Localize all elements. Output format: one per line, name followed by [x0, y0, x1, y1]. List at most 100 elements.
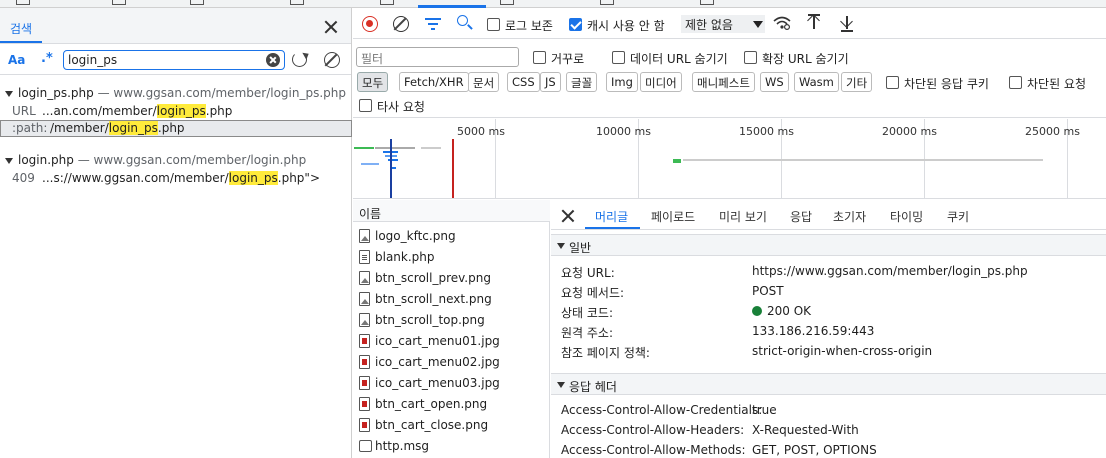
devtools-tab[interactable] [380, 0, 394, 5]
devtools-tab[interactable] [190, 0, 204, 5]
request-row[interactable]: ico_cart_menu02.jpg [353, 352, 550, 373]
type-filter-font[interactable]: 글꼴 [566, 72, 598, 92]
request-row[interactable]: blank.php [353, 247, 550, 268]
devtools-tab[interactable] [700, 0, 714, 5]
request-row[interactable]: btn_scroll_next.png [353, 289, 550, 310]
filter-icon[interactable] [425, 16, 441, 30]
request-details: 머리글 페이로드 미리 보기 응답 초기자 타이밍 쿠키 일반 요청 URL: … [551, 200, 1106, 458]
search-result-line-selected[interactable]: :path: /member/login_ps.php [0, 120, 352, 137]
refresh-icon[interactable] [292, 52, 307, 67]
record-icon[interactable] [362, 16, 378, 32]
search-bar: Aa .* login_ps [0, 45, 351, 75]
expand-triangle-icon[interactable] [5, 158, 13, 164]
match-case-button[interactable]: Aa [8, 53, 25, 67]
request-row[interactable]: ico_cart_menu03.jpg [353, 373, 550, 394]
general-section-header[interactable]: 일반 [551, 234, 1106, 256]
type-filter-other[interactable]: 기타 [841, 72, 873, 92]
type-filter-media[interactable]: 미디어 [640, 72, 682, 92]
type-filter-fetch[interactable]: Fetch/XHR [399, 72, 469, 92]
hide-data-urls-checkbox[interactable] [612, 51, 625, 64]
tab-preview[interactable]: 미리 보기 [719, 208, 767, 225]
type-filter-css[interactable]: CSS [507, 72, 540, 92]
import-har-icon[interactable] [806, 14, 822, 32]
search-result-line[interactable]: 409 ...s://www.ggsan.com/member/login_ps… [0, 171, 352, 189]
inspect-icon[interactable] [16, 0, 30, 5]
request-row[interactable]: logo_kftc.png [353, 226, 550, 247]
request-row[interactable]: btn_cart_open.png [353, 394, 550, 415]
image-file-icon [359, 313, 370, 327]
details-tabbar: 머리글 페이로드 미리 보기 응답 초기자 타이밍 쿠키 [551, 200, 1106, 230]
search-input[interactable]: login_ps [63, 50, 285, 70]
blocked-requests-checkbox[interactable] [1009, 76, 1022, 89]
response-headers-section-header[interactable]: 응답 헤더 [551, 373, 1106, 395]
search-icon[interactable] [457, 15, 468, 26]
image-file-icon [359, 271, 370, 285]
filter-bar: 필터 거꾸로 데이터 URL 숨기기 확장 URL 숨기기 모두 Fetch/X… [353, 39, 1106, 118]
search-result-file[interactable]: login.php — www.ggsan.com/member/login.p… [0, 153, 352, 171]
image-file-icon [359, 292, 370, 306]
tab-payload[interactable]: 페이로드 [651, 208, 695, 225]
request-row[interactable]: ico_cart_menu01.jpg [353, 331, 550, 352]
devtools-tab[interactable] [112, 0, 126, 5]
disable-cache-checkbox[interactable] [569, 18, 582, 31]
devtools-tab[interactable] [500, 0, 514, 5]
type-filter-js[interactable]: JS [540, 72, 561, 92]
tab-timing[interactable]: 타이밍 [890, 208, 923, 225]
invert-checkbox[interactable] [533, 51, 546, 64]
blocked-cookies-checkbox[interactable] [886, 76, 899, 89]
clear-icon[interactable] [266, 53, 280, 67]
type-filter-ws[interactable]: WS [760, 72, 789, 92]
image-file-icon [359, 397, 370, 411]
tab-search[interactable]: 검색 [0, 8, 42, 43]
search-panel-header: 검색 [0, 8, 351, 44]
clear-search-icon[interactable] [324, 52, 340, 68]
network-conditions-icon[interactable] [773, 16, 791, 30]
tab-headers[interactable]: 머리글 [595, 208, 628, 225]
third-party-checkbox[interactable] [359, 99, 372, 112]
type-filter-manifest[interactable]: 매니페스트 [692, 72, 755, 92]
regex-button[interactable]: .* [41, 51, 53, 66]
timeline-overview[interactable]: 5000 ms 10000 ms 15000 ms 20000 ms 25000… [353, 119, 1106, 199]
search-result-file[interactable]: login_ps.php — www.ggsan.com/member/logi… [0, 86, 352, 104]
request-row[interactable]: btn_scroll_top.png [353, 310, 550, 331]
network-toolbar: 로그 보존 캐시 사용 안 함 제한 없음 [353, 8, 1106, 39]
throttle-select[interactable]: 제한 없음 [681, 15, 765, 33]
request-list: 이름 logo_kftc.png blank.php btn_scroll_pr… [353, 200, 550, 458]
type-filter-wasm[interactable]: Wasm [794, 72, 839, 92]
tab-cookies[interactable]: 쿠키 [947, 208, 969, 225]
status-ok-icon [752, 306, 762, 316]
export-har-icon[interactable] [839, 14, 855, 32]
type-filter-img[interactable]: Img [606, 72, 638, 92]
close-icon[interactable] [324, 20, 338, 34]
type-filter-doc[interactable]: 문서 [468, 72, 500, 92]
expand-triangle-icon[interactable] [5, 91, 13, 97]
request-url-value: https://www.ggsan.com/member/login_ps.ph… [752, 264, 1028, 278]
referrer-policy-value: strict-origin-when-cross-origin [752, 344, 933, 358]
clear-log-icon[interactable] [393, 16, 409, 32]
devtools-tab[interactable] [600, 0, 614, 5]
close-details-icon[interactable] [561, 209, 575, 223]
image-file-icon [359, 229, 370, 243]
chevron-down-icon [753, 21, 763, 28]
document-icon [359, 250, 370, 264]
tab-initiator[interactable]: 초기자 [833, 208, 866, 225]
request-method-value: POST [752, 284, 784, 298]
search-panel: 검색 Aa .* login_ps login_ps.php — www.ggs… [0, 8, 352, 458]
preserve-log-checkbox[interactable] [487, 18, 500, 31]
request-row[interactable]: btn_scroll_prev.png [353, 268, 550, 289]
name-column-header[interactable]: 이름 [353, 200, 550, 222]
filter-input[interactable]: 필터 [356, 47, 519, 67]
tab-response[interactable]: 응답 [790, 208, 812, 225]
status-code-value: 200 OK [752, 304, 811, 318]
image-file-icon [359, 334, 370, 348]
hide-extension-urls-checkbox[interactable] [744, 51, 757, 64]
request-row[interactable]: http.msg [353, 436, 550, 457]
request-row[interactable]: btn_cart_close.png [353, 415, 550, 436]
type-filter-all[interactable]: 모두 [357, 72, 389, 92]
remote-address-value: 133.186.216.59:443 [752, 324, 875, 338]
active-tab-underline [585, 227, 640, 229]
devtools-tab-strip [0, 0, 1106, 8]
image-file-icon [359, 376, 370, 390]
devtools-tab[interactable] [290, 0, 304, 5]
image-file-icon [359, 418, 370, 432]
